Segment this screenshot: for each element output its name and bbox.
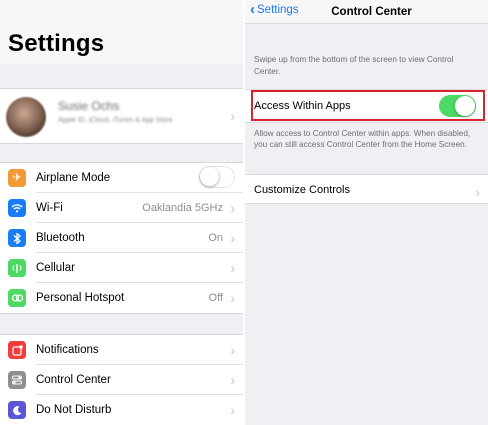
control-center-icon [8, 371, 26, 389]
avatar [6, 97, 46, 137]
cellular-icon [8, 259, 26, 277]
bluetooth-status-value: On [208, 232, 223, 244]
settings-row-control-center[interactable]: Control Center › [0, 365, 243, 395]
notifications-icon [8, 341, 26, 359]
profile-subtitle: Apple ID, iCloud, iTunes & App Store [58, 117, 173, 124]
customize-controls-row[interactable]: Customize Controls › [245, 174, 488, 204]
settings-row-cellular[interactable]: Cellular › [0, 253, 243, 283]
access-help-text: Allow access to Control Center within ap… [254, 129, 471, 149]
row-label: Personal Hotspot [36, 292, 125, 304]
airplane-mode-toggle[interactable] [199, 166, 235, 188]
wifi-icon [8, 199, 26, 217]
hotspot-icon [8, 289, 26, 307]
row-label: Do Not Disturb [36, 404, 112, 416]
profile-name: Susie Ochs [58, 99, 120, 113]
control-center-panel: ‹ Settings Control Center Swipe up from … [245, 0, 488, 425]
settings-row-airplane-mode[interactable]: ✈ Airplane Mode [0, 163, 243, 193]
hotspot-status-value: Off [208, 292, 223, 304]
navigation-bar: ‹ Settings Control Center [245, 0, 488, 24]
moon-icon [8, 401, 26, 419]
swipe-help-text: Swipe up from the bottom of the screen t… [254, 55, 454, 76]
highlight-box [251, 90, 485, 121]
wifi-network-value: Oaklandia 5GHz [142, 202, 223, 214]
row-label: Bluetooth [36, 232, 85, 244]
row-label: Airplane Mode [36, 172, 111, 184]
settings-row-personal-hotspot[interactable]: Personal Hotspot Off › [0, 283, 243, 313]
chevron-right-icon: › [230, 372, 235, 388]
chevron-right-icon: › [230, 260, 235, 276]
row-label: Control Center [36, 374, 111, 386]
row-label: Wi-Fi [36, 202, 63, 214]
row-label: Notifications [36, 344, 99, 356]
toggle-knob [200, 167, 219, 186]
row-label: Cellular [36, 262, 75, 274]
page-title: Control Center [331, 6, 412, 18]
customize-controls-label: Customize Controls [254, 184, 350, 196]
notifications-group: Notifications › Control Center › Do Not … [0, 334, 243, 425]
settings-row-notifications[interactable]: Notifications › [0, 335, 243, 365]
bluetooth-icon [8, 229, 26, 247]
chevron-right-icon: › [230, 402, 235, 418]
airplane-icon: ✈ [8, 169, 26, 187]
connectivity-group: ✈ Airplane Mode Wi-Fi Oaklandia 5GHz › B… [0, 162, 243, 314]
settings-panel: Settings Susie Ochs Apple ID, iCloud, iT… [0, 0, 243, 425]
apple-id-profile-row[interactable]: Susie Ochs Apple ID, iCloud, iTunes & Ap… [0, 88, 243, 144]
chevron-right-icon: › [475, 184, 480, 200]
chevron-right-icon: › [230, 200, 235, 216]
chevron-right-icon: › [230, 290, 235, 306]
settings-header: Settings [0, 0, 243, 64]
chevron-right-icon: › [230, 342, 235, 358]
settings-row-do-not-disturb[interactable]: Do Not Disturb › [0, 395, 243, 425]
settings-row-bluetooth[interactable]: Bluetooth On › [0, 223, 243, 253]
chevron-right-icon: › [230, 108, 235, 124]
chevron-right-icon: › [230, 230, 235, 246]
settings-row-wifi[interactable]: Wi-Fi Oaklandia 5GHz › [0, 193, 243, 223]
page-title: Settings [8, 30, 105, 57]
